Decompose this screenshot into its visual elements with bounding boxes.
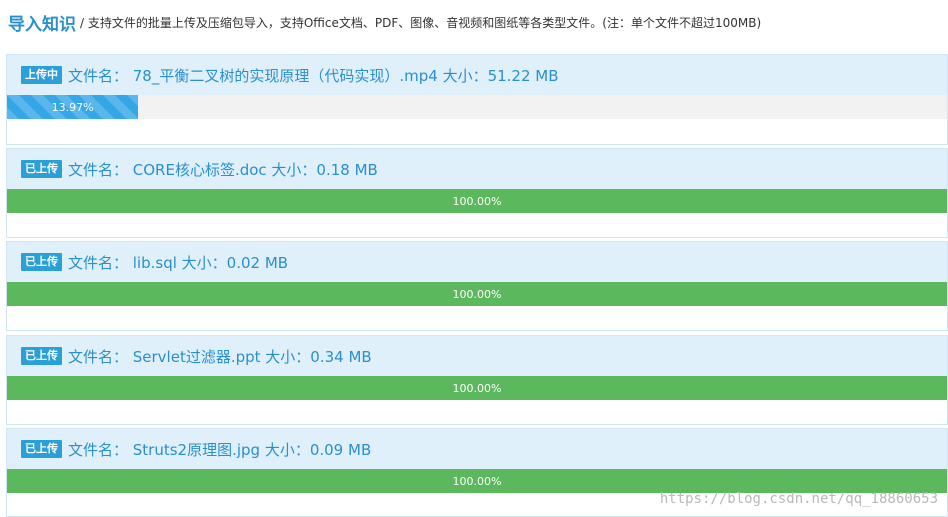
page-header: 导入知识 / 支持文件的批量上传及压缩包导入，支持Office文档、PDF、图像… — [8, 10, 762, 35]
progress-bar: 100.00% — [7, 376, 947, 400]
file-info: 文件名： Servlet过滤器.ppt 大小：0.34 MB — [68, 347, 372, 366]
progress-bar: 13.97% — [7, 95, 139, 119]
upload-item-header: 已上传 文件名： Struts2原理图.jpg 大小：0.09 MB — [7, 429, 947, 469]
progress-text: 13.97% — [51, 100, 94, 114]
status-badge: 上传中 — [21, 66, 62, 84]
page-description: / 支持文件的批量上传及压缩包导入，支持Office文档、PDF、图像、音视频和… — [80, 15, 762, 30]
upload-item-header: 已上传 文件名： Servlet过滤器.ppt 大小：0.34 MB — [7, 336, 947, 376]
status-badge: 已上传 — [21, 347, 62, 365]
progress-text: 100.00% — [452, 381, 502, 395]
status-badge: 已上传 — [21, 253, 62, 271]
progress-bar: 100.00% — [7, 282, 947, 306]
page-title: 导入知识 — [8, 14, 76, 35]
progress-track: 100.00% — [7, 469, 947, 493]
progress-track: 100.00% — [7, 376, 947, 400]
upload-item: 已上传 文件名： CORE核心标签.doc 大小：0.18 MB 100.00% — [6, 148, 948, 238]
progress-text: 100.00% — [452, 474, 502, 488]
file-info: 文件名： CORE核心标签.doc 大小：0.18 MB — [68, 160, 378, 179]
upload-item-header: 已上传 文件名： lib.sql 大小：0.02 MB — [7, 242, 947, 282]
upload-item: 已上传 文件名： Servlet过滤器.ppt 大小：0.34 MB 100.0… — [6, 335, 948, 425]
progress-text: 100.00% — [452, 287, 502, 301]
progress-bar: 100.00% — [7, 189, 947, 213]
progress-text: 100.00% — [452, 194, 502, 208]
status-badge: 已上传 — [21, 160, 62, 178]
file-info: 文件名： Struts2原理图.jpg 大小：0.09 MB — [68, 440, 372, 459]
progress-track: 13.97% — [7, 95, 947, 119]
file-info: 文件名： 78_平衡二叉树的实现原理（代码实现）.mp4 大小：51.22 MB — [68, 66, 559, 85]
watermark: https://blog.csdn.net/qq_18860653 — [659, 491, 938, 507]
progress-track: 100.00% — [7, 189, 947, 213]
upload-item: 已上传 文件名： lib.sql 大小：0.02 MB 100.00% — [6, 241, 948, 331]
progress-track: 100.00% — [7, 282, 947, 306]
progress-bar: 100.00% — [7, 469, 947, 493]
status-badge: 已上传 — [21, 440, 62, 458]
file-info: 文件名： lib.sql 大小：0.02 MB — [68, 253, 289, 272]
upload-item-header: 上传中 文件名： 78_平衡二叉树的实现原理（代码实现）.mp4 大小：51.2… — [7, 55, 947, 95]
upload-item-header: 已上传 文件名： CORE核心标签.doc 大小：0.18 MB — [7, 149, 947, 189]
upload-item: 上传中 文件名： 78_平衡二叉树的实现原理（代码实现）.mp4 大小：51.2… — [6, 54, 948, 145]
